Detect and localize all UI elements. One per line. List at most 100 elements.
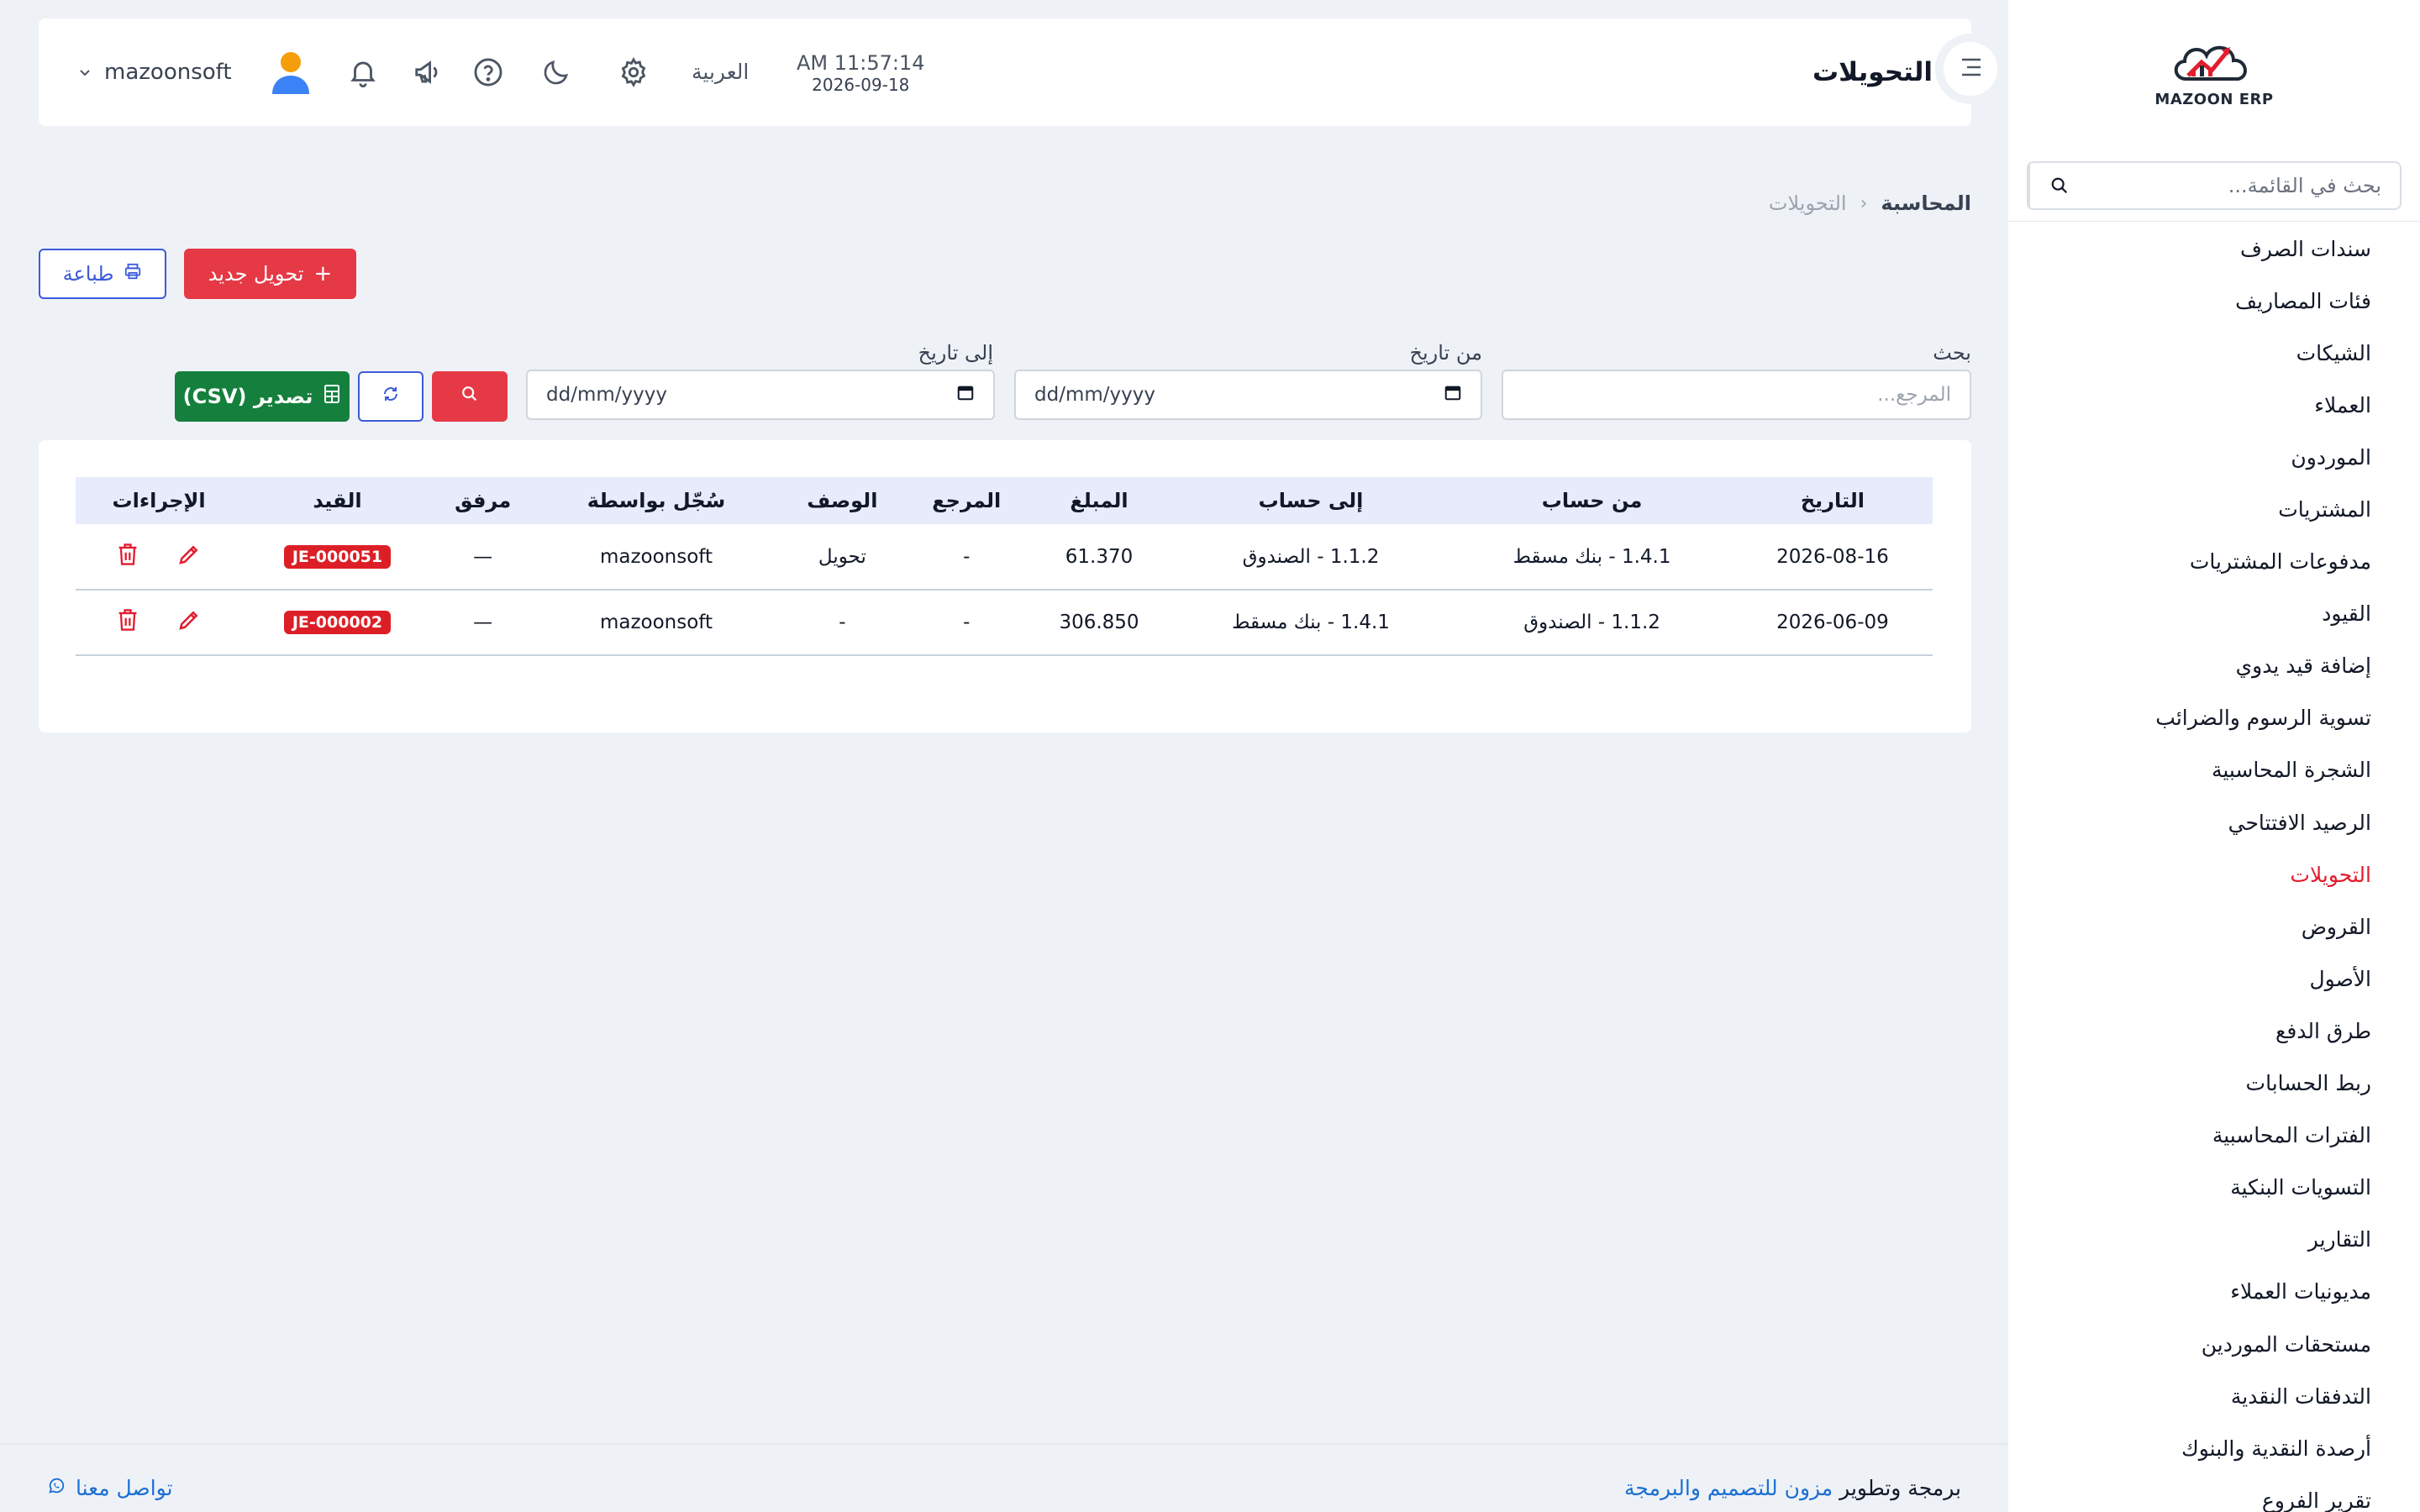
sidebar-item[interactable]: الشجرة المحاسبية [2008, 744, 2420, 796]
sidebar-item[interactable]: تسوية الرسوم والضرائب [2008, 692, 2420, 744]
sidebar-item[interactable]: تقرير الفروع [2008, 1474, 2420, 1512]
user-menu[interactable]: mazoonsoft [79, 18, 313, 126]
sidebar-item[interactable]: التحويلات [2008, 848, 2420, 900]
column-header[interactable]: إلى حساب [1171, 477, 1452, 524]
sidebar-item[interactable]: سندات الصرف [2008, 223, 2420, 275]
sidebar-item[interactable]: الأصول [2008, 953, 2420, 1005]
sidebar-item[interactable]: الموردون [2008, 431, 2420, 483]
sidebar-item[interactable]: التقارير [2008, 1214, 2420, 1266]
sidebar-item[interactable]: التسويات البنكية [2008, 1162, 2420, 1214]
cell-date: 2026-06-09 [1776, 612, 1889, 633]
sidebar-item[interactable]: الشيكات [2008, 327, 2420, 379]
language-switch[interactable]: العربية [692, 18, 749, 126]
to-date-input[interactable]: dd/mm/yyyy [526, 370, 995, 420]
sidebar-search [2027, 161, 2402, 210]
cell-attach: — [473, 545, 493, 568]
edit-icon[interactable] [176, 607, 202, 638]
column-header[interactable]: المبلغ [1028, 477, 1170, 524]
cell-attach: — [473, 612, 493, 633]
search-label: بحث [1933, 341, 1971, 365]
search-button[interactable] [432, 371, 508, 422]
gear-icon[interactable] [613, 52, 654, 92]
plus-icon: + [313, 261, 333, 286]
sidebar-item[interactable]: المشتريات [2008, 483, 2420, 535]
sidebar-item-label: القروض [2301, 914, 2371, 939]
column-header[interactable]: مرفق [433, 477, 534, 524]
printer-icon [124, 262, 142, 286]
sidebar-divider [2008, 221, 2420, 222]
cell-desc: تحويل [818, 545, 866, 568]
column-header[interactable]: سُجّل بواسطة [533, 477, 779, 524]
to-date-placeholder: dd/mm/yyyy [546, 384, 667, 406]
sidebar-toggle-button[interactable] [1935, 34, 2006, 104]
sidebar-item[interactable]: ربط الحسابات [2008, 1058, 2420, 1110]
logo-text: MAZOON ERP [2154, 91, 2274, 108]
cell-to: 1.1.2 - الصندوق [1242, 545, 1380, 568]
sidebar-item-label: القيود [2322, 601, 2371, 627]
cell-by: mazoonsoft [599, 612, 713, 633]
column-header[interactable]: من حساب [1451, 477, 1733, 524]
column-header[interactable]: الوصف [780, 477, 906, 524]
sidebar-item[interactable]: طرق الدفع [2008, 1005, 2420, 1057]
column-header[interactable]: التاريخ [1733, 477, 1933, 524]
reference-search-input[interactable]: المرجع... [1502, 370, 1971, 420]
sidebar-search-input[interactable] [2089, 163, 2400, 208]
from-date-input[interactable]: dd/mm/yyyy [1014, 370, 1482, 420]
export-csv-button[interactable]: تصدير (CSV) [175, 371, 350, 422]
search-icon[interactable] [2028, 163, 2089, 208]
username: mazoonsoft [104, 60, 232, 85]
cell-amount: 306.850 [1059, 612, 1139, 633]
sidebar-item[interactable]: مستحقات الموردين [2008, 1318, 2420, 1370]
reset-button[interactable] [358, 371, 424, 422]
bell-icon[interactable] [343, 52, 383, 92]
calendar-icon[interactable] [956, 383, 975, 407]
sidebar-item-label: التدفقات النقدية [2230, 1383, 2371, 1409]
moon-icon[interactable] [536, 52, 576, 92]
journal-entry-badge[interactable]: JE-000002 [283, 611, 392, 634]
sidebar-item[interactable]: أرصدة النقدية والبنوك [2008, 1422, 2420, 1474]
cell-actions [76, 590, 242, 655]
clock-date: 2026-09-18 [812, 75, 910, 95]
sidebar-item-label: مستحقات الموردين [2201, 1331, 2371, 1357]
transfers-table-card: التاريخ من حساب إلى حساب المبلغ المرجع الوصف س… [39, 440, 1971, 732]
calendar-icon[interactable] [1444, 383, 1462, 407]
to-date-label: إلى تاريخ [918, 341, 993, 365]
journal-entry-badge[interactable]: JE-000051 [283, 544, 392, 569]
sidebar-item[interactable]: القروض [2008, 900, 2420, 953]
sidebar-item-label: مدفوعات المشتريات [2189, 549, 2371, 575]
column-header[interactable]: المرجع [905, 477, 1028, 524]
sidebar-item[interactable]: الفترات المحاسبية [2008, 1110, 2420, 1162]
trash-icon[interactable] [116, 607, 139, 638]
menu-icon [1957, 55, 1984, 83]
edit-icon[interactable] [176, 542, 202, 572]
contact-us-link[interactable]: تواصل معنا [47, 1476, 173, 1500]
help-icon[interactable] [468, 52, 508, 92]
new-transfer-button[interactable]: + تحويل جديد [184, 249, 356, 299]
column-header[interactable]: القيد [242, 477, 433, 524]
table-row[interactable]: 2026-08-16 1.4.1 - بنك مسقط 1.1.2 - الصندو… [76, 524, 1933, 590]
breadcrumb-parent[interactable]: المحاسبة [1881, 192, 1971, 215]
clock: AM 11:57:14 2026-09-18 [797, 50, 925, 94]
logo-icon [2174, 46, 2247, 81]
footer-credit-link[interactable]: مزون للتصميم والبرمجة [1624, 1476, 1833, 1500]
sidebar-item[interactable]: فئات المصاريف [2008, 275, 2420, 327]
sidebar-item[interactable]: إضافة قيد يدوي [2008, 640, 2420, 692]
search-icon [460, 385, 479, 408]
sidebar-item-label: العملاء [2314, 392, 2371, 417]
sidebar-item[interactable]: مدفوعات المشتريات [2008, 536, 2420, 588]
breadcrumb: المحاسبة ‹ التحويلات [1769, 192, 1971, 215]
sidebar-item[interactable]: التدفقات النقدية [2008, 1370, 2420, 1422]
megaphone-icon[interactable] [408, 52, 449, 92]
column-header[interactable]: الإجراءات [76, 477, 242, 524]
app-logo[interactable]: MAZOON ERP [2151, 37, 2277, 114]
trash-icon[interactable] [116, 542, 139, 572]
cell-entry: JE-000051 [242, 524, 433, 590]
sidebar-item-label: التسويات البنكية [2230, 1175, 2371, 1200]
sidebar-item[interactable]: القيود [2008, 588, 2420, 640]
sidebar-item[interactable]: العملاء [2008, 379, 2420, 431]
sidebar-menu: سندات الصرف فئات المصاريف الشيكات العملاء ال… [2008, 223, 2420, 1512]
sidebar-item[interactable]: الرصيد الافتتاحي [2008, 796, 2420, 848]
table-row[interactable]: 2026-06-09 1.1.2 - الصندوق 1.4.1 - بنك مسق… [76, 590, 1933, 655]
print-button[interactable]: طباعة [39, 249, 166, 299]
sidebar-item[interactable]: مديونيات العملاء [2008, 1266, 2420, 1318]
